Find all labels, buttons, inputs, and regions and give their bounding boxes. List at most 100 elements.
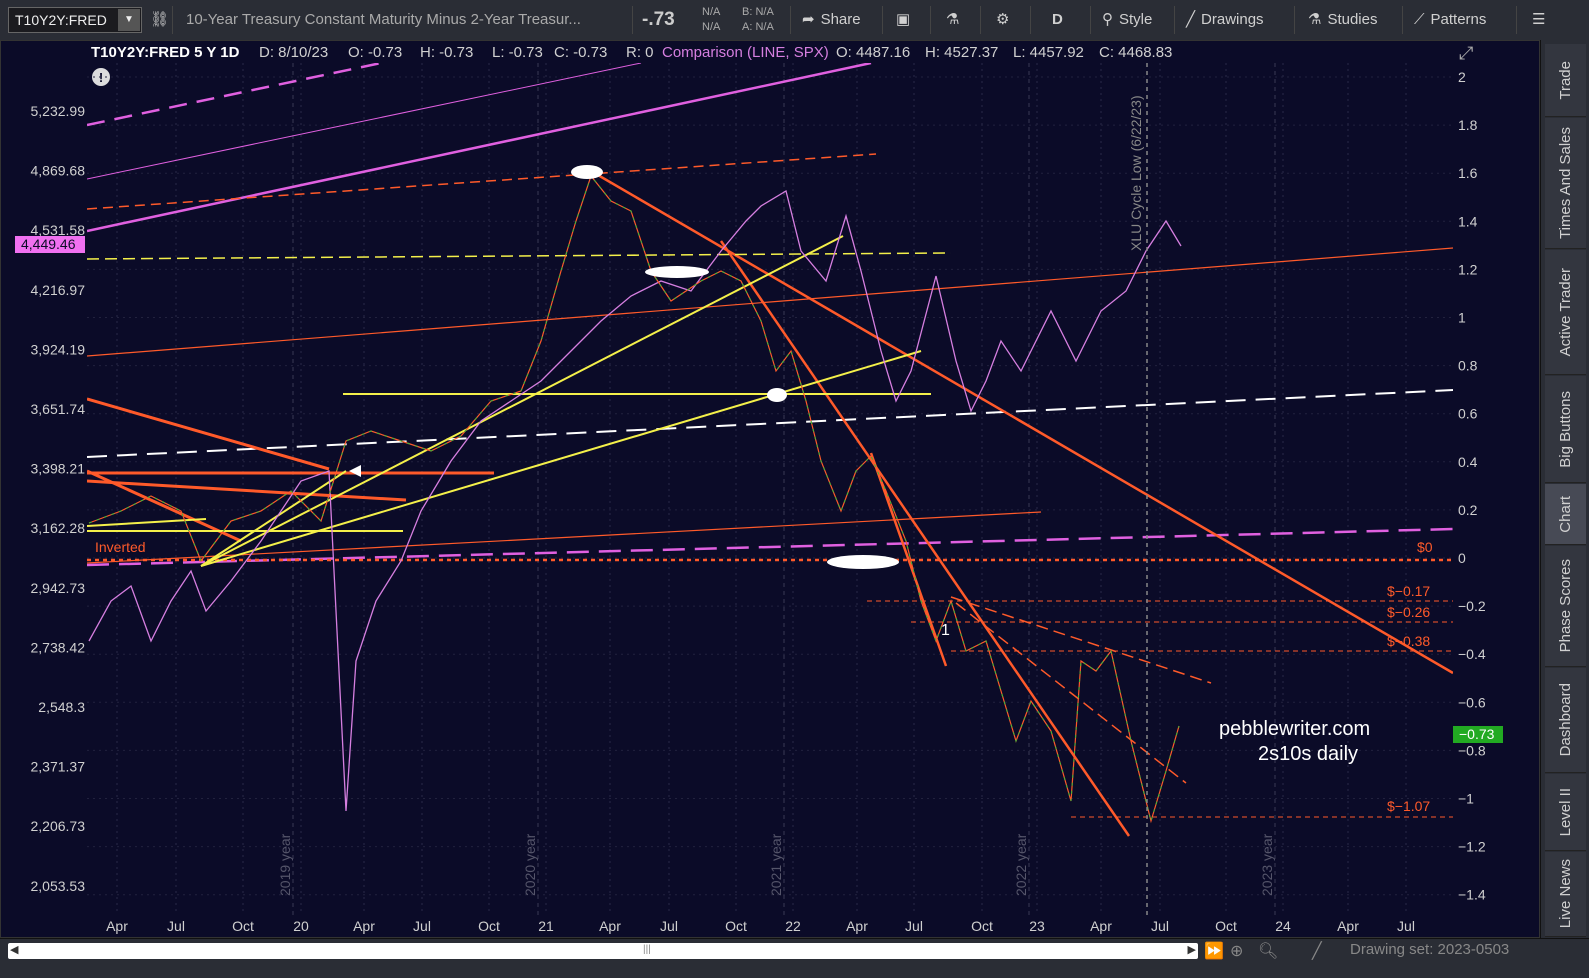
header-cmp-open: O: 4487.16 (836, 44, 910, 61)
x-axis-tick: 22 (785, 918, 801, 934)
x-axis-tick: Oct (232, 918, 254, 934)
camera-icon: ▣ (896, 11, 911, 28)
right-axis-tick: −0.2 (1458, 598, 1486, 614)
horizontal-scrollbar[interactable]: ◀ ||| ▶ (8, 943, 1198, 959)
x-axis-tick: Apr (353, 918, 375, 934)
last-value: -.73 (642, 9, 675, 30)
patterns-button[interactable]: ⟋ Patterns (1414, 6, 1486, 34)
drawing-set-label[interactable]: Drawing set: 2023-0503 (1350, 939, 1509, 961)
tab-level-ii[interactable]: Level II (1545, 774, 1586, 851)
x-axis-tick: Jul (1151, 918, 1169, 934)
left-axis-tick: 2,548.3 (38, 699, 85, 715)
draw-line-icon[interactable]: ╱ (1312, 941, 1322, 961)
right-price-tag: −0.73 (1459, 726, 1495, 742)
year-label: 2020 year (522, 833, 538, 896)
header-range: R: 0 (626, 44, 654, 61)
crosshair-icon[interactable]: ⊕ (1230, 941, 1243, 961)
symbol-dropdown-icon[interactable]: ▼ (118, 9, 140, 31)
period-button[interactable]: D (1052, 6, 1063, 34)
header-symbol-period: T10Y2Y:FRED 5 Y 1D (91, 44, 240, 61)
chart-panel[interactable]: T10Y2Y:FRED 5 Y 1D D: 8/10/23 O: -0.73 H… (0, 40, 1540, 938)
header-low: L: -0.73 (492, 44, 543, 61)
right-axis-tick: 1.2 (1458, 261, 1478, 277)
right-sidebar: Trade Times And Sales Active Trader Big … (1540, 40, 1589, 938)
left-axis-tick: 2,206.73 (31, 818, 86, 834)
header-cmp-close: C: 4468.83 (1099, 44, 1172, 61)
x-axis-tick: Jul (660, 918, 678, 934)
menu-button[interactable]: ☰ (1532, 6, 1545, 34)
x-axis-tick: 23 (1029, 918, 1045, 934)
x-axis-tick: Apr (846, 918, 868, 934)
tab-big-buttons[interactable]: Big Buttons (1545, 376, 1586, 483)
x-axis-tick: Oct (725, 918, 747, 934)
year-label: 2023 year (1259, 833, 1275, 896)
chart-canvas[interactable]: T10Y2Y:FRED 5 Y 1D D: 8/10/23 O: -0.73 H… (1, 41, 1539, 937)
right-axis-tick: 0.8 (1458, 358, 1478, 374)
share-button[interactable]: ➦ Share (802, 6, 861, 34)
right-axis-tick: 1.6 (1458, 165, 1478, 181)
left-axis-tick: 3,398.21 (31, 461, 86, 477)
right-axis-tick: −1.2 (1458, 839, 1486, 855)
left-axis-tick: 2,942.73 (31, 580, 86, 596)
x-axis-tick: Jul (413, 918, 431, 934)
camera-button[interactable]: ▣ (896, 6, 910, 34)
tab-chart[interactable]: Chart (1545, 484, 1586, 545)
top-toolbar: T10Y2Y:FRED ▼ ⛓ 10-Year Treasury Constan… (0, 0, 1589, 41)
right-axis-tick: 2 (1458, 69, 1466, 85)
x-axis-tick: Jul (1397, 918, 1415, 934)
xlu-cycle-low-label: XLU Cycle Low (6/22/23) (1128, 95, 1144, 251)
x-axis-tick: Apr (1090, 918, 1112, 934)
header-close: C: -0.73 (554, 44, 607, 61)
right-axis-tick: −0.4 (1458, 646, 1486, 662)
wave-label: 1 (941, 622, 950, 639)
symbol-description: 10-Year Treasury Constant Maturity Minus… (186, 11, 581, 28)
right-axis-tick: −1.4 (1458, 887, 1486, 903)
expand-icon[interactable]: ⤢ (1459, 43, 1474, 63)
style-button[interactable]: ⚲ Style (1102, 6, 1152, 34)
right-axis-tick: 0 (1458, 550, 1466, 566)
x-axis-tick: Oct (1215, 918, 1237, 934)
level-017-label: $−0.17 (1387, 583, 1430, 599)
ellipse-marker-mid (645, 266, 709, 278)
right-axis-tick: 1.8 (1458, 117, 1478, 133)
x-axis-tick: Apr (599, 918, 621, 934)
tab-dashboard[interactable]: Dashboard (1545, 668, 1586, 773)
x-axis-tick: 24 (1275, 918, 1291, 934)
settings-button[interactable]: ⚙ (996, 6, 1009, 34)
header-open: O: -0.73 (348, 44, 402, 61)
left-axis-tick: 2,053.53 (31, 878, 86, 894)
flask-button[interactable]: ⚗ (946, 6, 959, 34)
tab-live-news[interactable]: Live News (1545, 852, 1586, 937)
x-axis-tick: Apr (106, 918, 128, 934)
tab-trade[interactable]: Trade (1545, 44, 1586, 117)
scroll-right-icon[interactable]: ▶ (1188, 943, 1196, 956)
header-cmp-high: H: 4527.37 (925, 44, 998, 61)
studies-button[interactable]: ⚗ Studies (1308, 6, 1378, 34)
drawings-button[interactable]: ╱ Drawings (1186, 6, 1264, 34)
right-axis-tick: −1 (1458, 791, 1474, 807)
list-icon: ☰ (1532, 11, 1546, 28)
x-axis-tick: Oct (478, 918, 500, 934)
tab-active-trader[interactable]: Active Trader (1545, 250, 1586, 375)
right-axis-tick: −0.6 (1458, 694, 1486, 710)
scroll-left-icon[interactable]: ◀ (10, 943, 18, 956)
header-high: H: -0.73 (420, 44, 473, 61)
left-axis-tick: 4,216.97 (31, 282, 86, 298)
fast-forward-icon[interactable]: ⏩ (1204, 941, 1224, 961)
zoom-icon[interactable]: 🔍︎ (1258, 941, 1278, 961)
patterns-icon: ⟋ (1414, 11, 1425, 28)
flask-icon: ⚗ (1308, 11, 1322, 28)
bid-ask-na: N/A N/A (702, 6, 721, 33)
header-comparison: Comparison (LINE, SPX) (662, 44, 829, 61)
zero-level-label: $0 (1417, 539, 1433, 555)
left-axis-tick: 5,232.99 (31, 103, 86, 119)
ellipse-marker-center (767, 388, 787, 402)
ellipse-marker-top (571, 165, 603, 179)
tab-times-and-sales[interactable]: Times And Sales (1545, 118, 1586, 249)
level-107-label: $−1.07 (1387, 798, 1430, 814)
tab-phase-scores[interactable]: Phase Scores (1545, 546, 1586, 667)
scroll-thumb-icon[interactable]: ||| (643, 944, 651, 955)
year-label: 2022 year (1013, 833, 1029, 896)
right-axis-tick: 1 (1458, 310, 1466, 326)
link-icon[interactable]: ⛓ (150, 6, 169, 34)
